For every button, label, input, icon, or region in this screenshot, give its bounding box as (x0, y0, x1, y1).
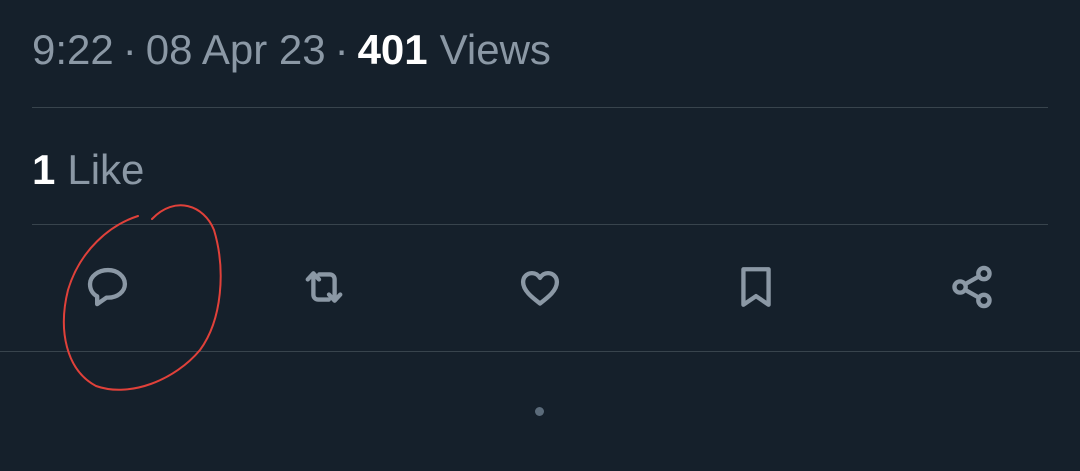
reply-button[interactable] (80, 261, 136, 317)
meta-separator: · (334, 26, 349, 73)
heart-icon (514, 261, 566, 318)
views-count[interactable]: 401 (358, 26, 428, 74)
likes-count[interactable]: 1 (32, 146, 55, 194)
home-indicator (535, 407, 544, 416)
divider (0, 351, 1080, 352)
tweet-date: 08 Apr 23 (145, 26, 326, 73)
share-button[interactable] (944, 261, 1000, 317)
meta-separator: · (122, 26, 137, 73)
divider (32, 107, 1048, 108)
tweet-detail-footer: 9:22 · 08 Apr 23 · 401 Views 1 Like (0, 0, 1080, 471)
tweet-time: 9:22 (32, 26, 114, 73)
likes-row[interactable]: 1 Like (32, 142, 144, 198)
retweet-arrows-icon (298, 261, 350, 318)
views-label[interactable]: Views (440, 26, 551, 74)
speech-bubble-icon (82, 261, 134, 318)
bookmark-icon (730, 261, 782, 318)
share-nodes-icon (946, 261, 998, 318)
retweet-button[interactable] (296, 261, 352, 317)
like-button[interactable] (512, 261, 568, 317)
likes-label[interactable]: Like (67, 146, 144, 194)
tweet-action-bar (0, 225, 1080, 351)
bookmark-button[interactable] (728, 261, 784, 317)
tweet-meta-row: 9:22 · 08 Apr 23 · 401 Views (32, 22, 551, 78)
